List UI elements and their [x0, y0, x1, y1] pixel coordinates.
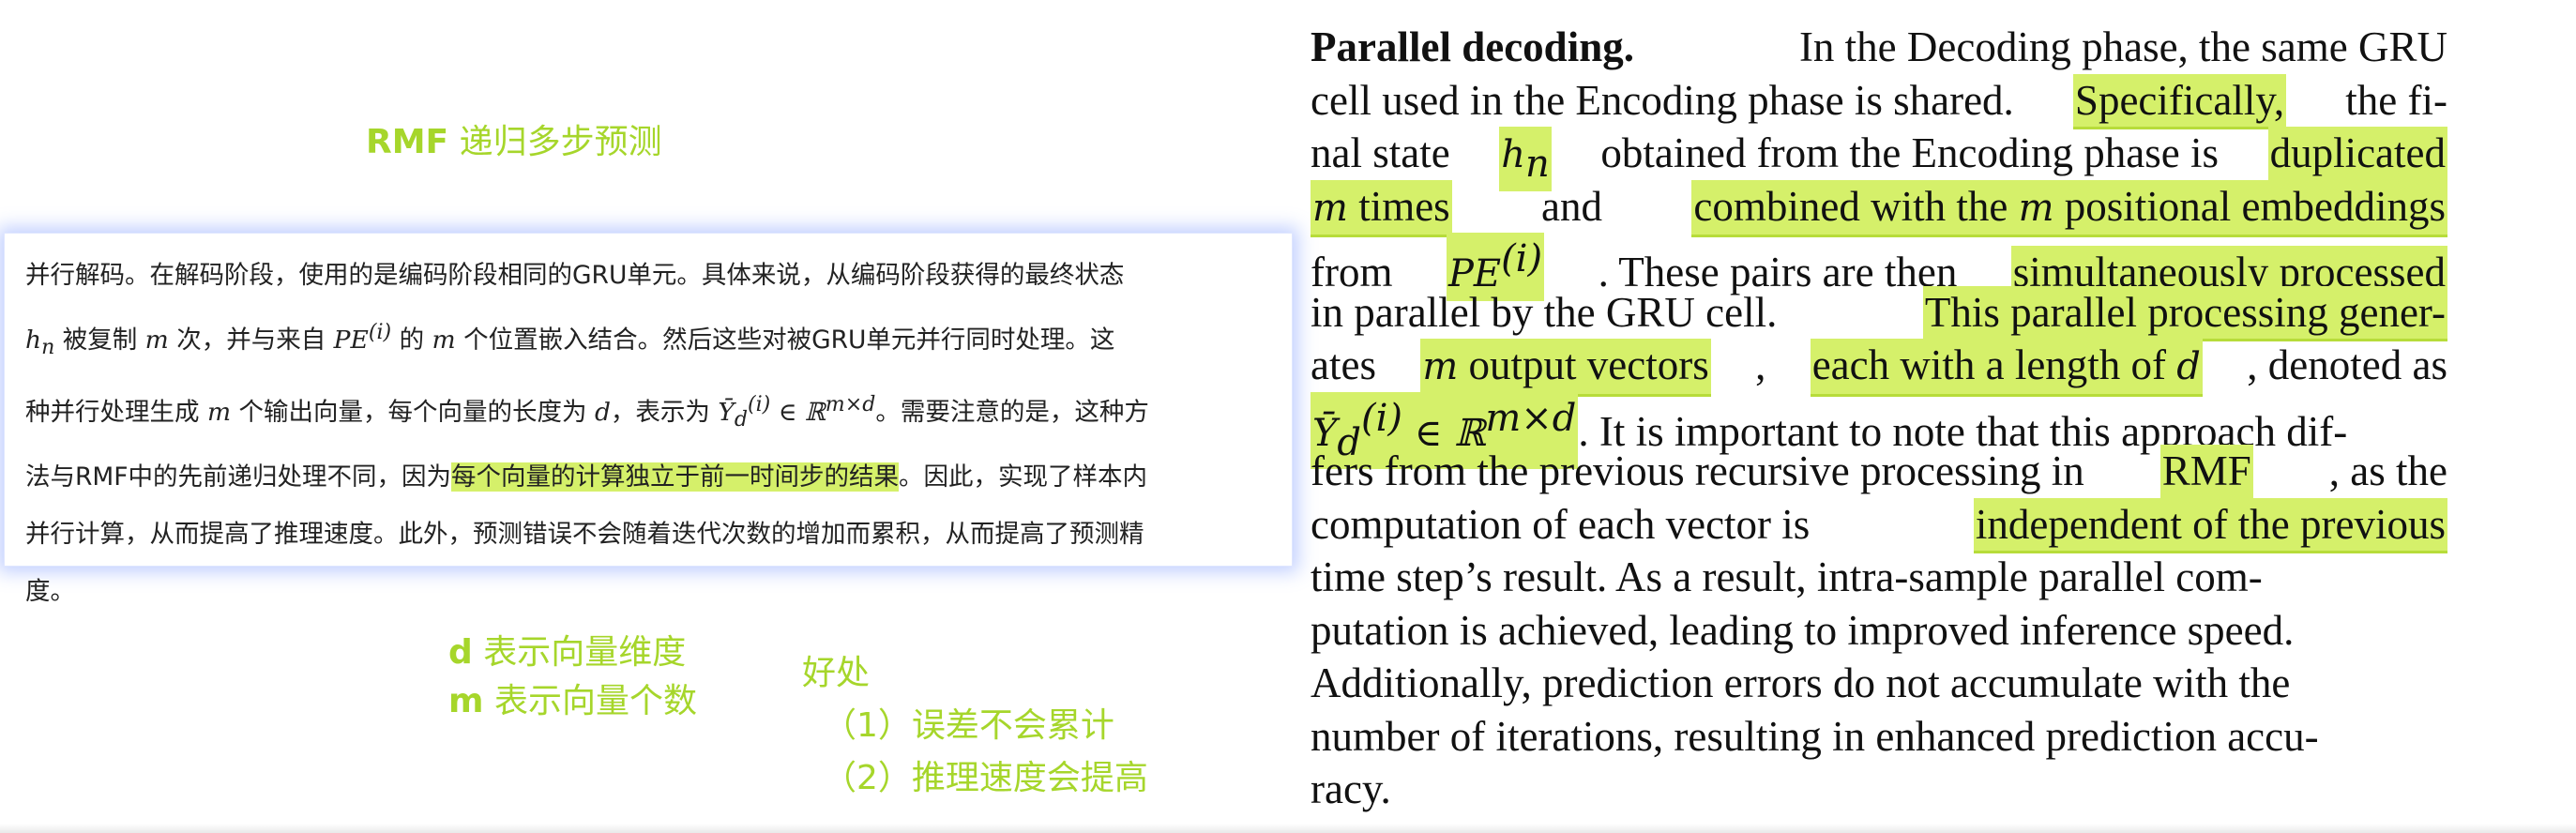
zh-line: hn 被复制 m 次，并与来自 PE(i) 的 m 个位置嵌入结合。然后这些对被… [25, 321, 1115, 360]
paper-line: m times and combined with the m position… [1311, 179, 2447, 237]
paper-line: nal state hn obtained from the Encoding … [1311, 127, 2447, 191]
paper-line: racy. [1311, 765, 1391, 812]
note-d: d 表示向量维度 [448, 633, 687, 672]
note-m: m 表示向量个数 [448, 682, 697, 720]
zh-line: 种并行处理生成 m 个输出向量，每个向量的长度为 d，表示为 Ȳd(i) ∈ ℝ… [25, 393, 1149, 432]
paper-line: time step’s result. As a result, intra-s… [1311, 553, 2263, 600]
paper-line: Additionally, prediction errors do not a… [1311, 659, 2291, 706]
paper-line: number of iterations, resulting in enhan… [1311, 712, 2319, 760]
paper-line: ates m output vectors , each with a leng… [1311, 339, 2447, 397]
paper-line: computation of each vector is independen… [1311, 497, 2447, 553]
paper-highlight: independent of the previous [1973, 497, 2447, 553]
paper-paragraph: Parallel decoding. In the Decoding phase… [1311, 21, 2447, 816]
chinese-translation-card: 并行解码。在解码阶段，使用的是编码阶段相同的GRU单元。具体来说，从编码阶段获得… [4, 233, 1293, 606]
zh-line: 并行计算，从而提高了推理速度。此外，预测错误不会随着迭代次数的增加而累积，从而提… [25, 520, 1144, 550]
paper-highlight: combined with the m positional embedding… [1691, 179, 2447, 237]
benefits-notes: 好处 （1）误差不会累计 （2）推理速度会提高 [802, 647, 1148, 805]
paper-highlight: m output vectors [1420, 339, 1711, 397]
zh-line: 法与RMF中的先前递归处理不同，因为每个向量的计算独立于前一时间步的结果。因此，… [25, 462, 1148, 492]
note-title: RMF 递归多步预测 [366, 123, 662, 161]
zh-line: 并行解码。在解码阶段，使用的是编码阶段相同的GRU单元。具体来说，从编码阶段获得… [25, 261, 1125, 290]
paper-highlight: m times [1311, 179, 1452, 237]
paper-line: from PE(i) . These pairs are then simult… [1311, 233, 2447, 302]
benefits-title: 好处 [802, 654, 871, 692]
benefit-item: （1）误差不会累计 [823, 706, 1114, 745]
paper-highlight: each with a length of d [1810, 339, 2203, 397]
paper-highlight: duplicated [2267, 127, 2447, 183]
paper-line: Parallel decoding. In the Decoding phase… [1311, 23, 2447, 70]
paper-highlight: Specifically, [2072, 73, 2287, 129]
paper-highlight: RMF [2159, 445, 2253, 501]
paper-line: Ȳd(i) ∈ ℝm×d . It is important to note t… [1311, 391, 2447, 469]
paper-heading: Parallel decoding. [1311, 23, 1634, 70]
zh-highlight: 每个向量的计算独立于前一时间步的结果 [451, 462, 900, 492]
paper-line: putation is achieved, leading to improve… [1311, 606, 2295, 654]
paper-highlight: This parallel processing gener- [1922, 285, 2447, 341]
variable-meaning-notes: d 表示向量维度 m 表示向量个数 [448, 629, 697, 726]
bottom-divider [0, 824, 2576, 833]
zh-line: 度。 [25, 577, 75, 607]
paper-line: cell used in the Encoding phase is share… [1311, 73, 2447, 129]
benefit-item: （2）推理速度会提高 [823, 759, 1148, 797]
